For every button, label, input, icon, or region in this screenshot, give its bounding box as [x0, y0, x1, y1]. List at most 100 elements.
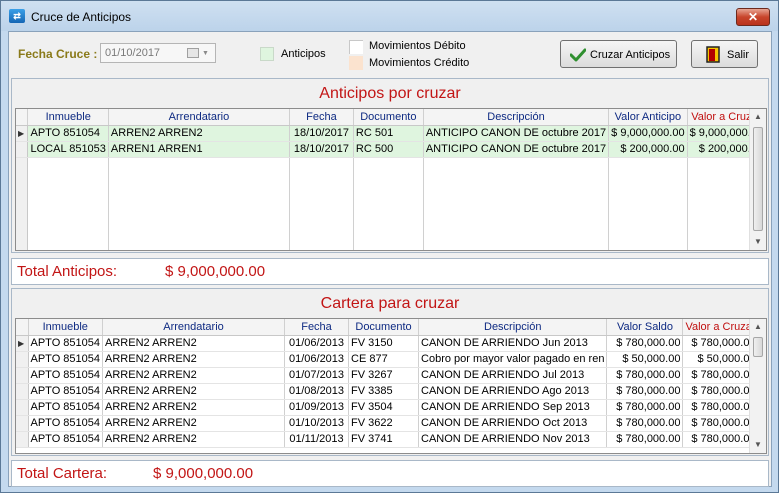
table-cell[interactable]: $ 780,000.00: [682, 399, 759, 416]
table-cell[interactable]: 01/08/2013: [284, 383, 350, 400]
column-header[interactable]: Arrendatario: [102, 319, 286, 336]
table-cell[interactable]: $ 50,000.00: [606, 351, 684, 368]
column-header[interactable]: Documento: [353, 109, 424, 126]
table-cell[interactable]: $ 780,000.00: [606, 431, 684, 448]
table-row[interactable]: APTO 851054 ARREN2 ARREN2 01/11/2013 FV 374…: [16, 431, 759, 448]
table-cell[interactable]: CANON DE ARRIENDO Ago 2013: [418, 383, 608, 400]
table-cell[interactable]: 01/06/2013: [284, 335, 350, 352]
table-row[interactable]: APTO 851054 ARREN2 ARREN2 01/10/2013 FV 362…: [16, 415, 759, 432]
row-selector[interactable]: ▶: [16, 125, 29, 142]
anticipos-grid[interactable]: Inmueble Arrendatario Fecha Documento Descri…: [15, 108, 767, 251]
table-cell[interactable]: CANON DE ARRIENDO Sep 2013: [418, 399, 608, 416]
table-cell[interactable]: $ 780,000.00: [606, 367, 684, 384]
row-selector[interactable]: [16, 399, 29, 416]
calendar-icon[interactable]: [187, 48, 199, 58]
cruzar-anticipos-button[interactable]: Cruzar Anticipos: [560, 40, 677, 68]
table-cell[interactable]: APTO 851054: [28, 335, 104, 352]
row-selector[interactable]: [16, 383, 29, 400]
cartera-grid[interactable]: Inmueble Arrendatario Fecha Documento Descri…: [15, 318, 767, 454]
table-cell[interactable]: ARREN2 ARREN2: [102, 351, 286, 368]
table-cell[interactable]: ANTICIPO CANON DE octubre 2017: [423, 125, 610, 142]
column-header[interactable]: Valor Anticipo: [608, 109, 688, 126]
column-header[interactable]: Arrendatario: [108, 109, 290, 126]
table-cell[interactable]: LOCAL 851053: [27, 141, 109, 158]
scroll-up-icon[interactable]: ▲: [750, 319, 766, 335]
table-cell[interactable]: ARREN2 ARREN2: [102, 431, 286, 448]
table-cell[interactable]: FV 3150: [348, 335, 420, 352]
table-cell[interactable]: $ 50,000.00: [682, 351, 759, 368]
table-cell[interactable]: RC 500: [353, 141, 424, 158]
table-row[interactable]: APTO 851054 ARREN2 ARREN2 01/07/2013 FV 326…: [16, 367, 759, 384]
table-cell[interactable]: $ 200,000.00: [608, 141, 688, 158]
table-cell[interactable]: FV 3504: [348, 399, 420, 416]
table-cell[interactable]: ANTICIPO CANON DE octubre 2017: [423, 141, 610, 158]
table-cell[interactable]: 01/11/2013: [284, 431, 350, 448]
row-selector[interactable]: [16, 141, 29, 158]
column-header[interactable]: Inmueble: [27, 109, 109, 126]
table-cell[interactable]: $ 780,000.00: [606, 399, 684, 416]
table-cell[interactable]: ARREN2 ARREN2: [108, 125, 290, 142]
table-row[interactable]: APTO 851054 ARREN2 ARREN2 01/08/2013 FV 338…: [16, 383, 759, 400]
row-selector[interactable]: [16, 367, 29, 384]
anticipos-scrollbar[interactable]: ▲ ▼: [749, 109, 766, 250]
table-cell[interactable]: CANON DE ARRIENDO Oct 2013: [418, 415, 608, 432]
row-selector[interactable]: [16, 415, 29, 432]
table-cell[interactable]: APTO 851054: [28, 415, 104, 432]
table-cell[interactable]: 18/10/2017: [289, 141, 354, 158]
salir-button[interactable]: Salir: [691, 40, 758, 68]
table-cell[interactable]: APTO 851054: [28, 399, 104, 416]
table-cell[interactable]: CANON DE ARRIENDO Nov 2013: [418, 431, 608, 448]
table-cell[interactable]: ARREN2 ARREN2: [102, 367, 286, 384]
table-cell[interactable]: 01/10/2013: [284, 415, 350, 432]
close-button[interactable]: ✕: [736, 8, 770, 26]
table-row[interactable]: APTO 851054 ARREN2 ARREN2 01/06/2013 CE 877…: [16, 351, 759, 368]
table-cell[interactable]: FV 3741: [348, 431, 420, 448]
table-cell[interactable]: ARREN2 ARREN2: [102, 415, 286, 432]
table-row[interactable]: ▶ APTO 851054 ARREN2 ARREN2 18/10/2017 RC 50…: [16, 125, 766, 142]
row-selector[interactable]: [16, 431, 29, 448]
table-cell[interactable]: $ 780,000.00: [682, 415, 759, 432]
column-header[interactable]: Fecha: [284, 319, 350, 336]
table-cell[interactable]: APTO 851054: [28, 431, 104, 448]
table-row[interactable]: LOCAL 851053 ARREN1 ARREN1 18/10/2017 RC 50…: [16, 141, 766, 158]
table-cell[interactable]: $ 780,000.00: [682, 367, 759, 384]
table-cell[interactable]: ARREN1 ARREN1: [108, 141, 290, 158]
column-header[interactable]: Descripción: [418, 319, 608, 336]
column-header[interactable]: Inmueble: [28, 319, 104, 336]
table-cell[interactable]: APTO 851054: [28, 383, 104, 400]
table-cell[interactable]: CANON DE ARRIENDO Jun 2013: [418, 335, 608, 352]
row-selector[interactable]: ▶: [16, 335, 29, 352]
table-cell[interactable]: 01/09/2013: [284, 399, 350, 416]
row-selector[interactable]: [16, 351, 29, 368]
table-cell[interactable]: 18/10/2017: [289, 125, 354, 142]
table-cell[interactable]: 01/07/2013: [284, 367, 350, 384]
table-cell[interactable]: APTO 851054: [28, 351, 104, 368]
table-cell[interactable]: $ 780,000.00: [606, 383, 684, 400]
table-cell[interactable]: ARREN2 ARREN2: [102, 335, 286, 352]
table-cell[interactable]: $ 9,000,000.00: [608, 125, 688, 142]
column-header[interactable]: Valor Saldo: [606, 319, 684, 336]
table-cell[interactable]: $ 780,000.00: [682, 431, 759, 448]
table-cell[interactable]: $ 780,000.00: [682, 335, 759, 352]
table-cell[interactable]: APTO 851054: [27, 125, 109, 142]
table-cell[interactable]: $ 780,000.00: [682, 383, 759, 400]
scroll-thumb[interactable]: [753, 337, 763, 357]
table-cell[interactable]: FV 3267: [348, 367, 420, 384]
table-cell[interactable]: CANON DE ARRIENDO Jul 2013: [418, 367, 608, 384]
table-cell[interactable]: $ 780,000.00: [606, 335, 684, 352]
scroll-thumb[interactable]: [753, 127, 763, 231]
title-bar[interactable]: ⇄ Cruce de Anticipos ✕: [1, 1, 778, 31]
column-header[interactable]: Fecha: [289, 109, 354, 126]
scroll-down-icon[interactable]: ▼: [750, 437, 766, 453]
column-header[interactable]: Documento: [348, 319, 420, 336]
table-cell[interactable]: ARREN2 ARREN2: [102, 383, 286, 400]
column-header[interactable]: Descripción: [423, 109, 610, 126]
scroll-up-icon[interactable]: ▲: [750, 109, 766, 125]
table-cell[interactable]: ARREN2 ARREN2: [102, 399, 286, 416]
table-cell[interactable]: RC 501: [353, 125, 424, 142]
table-cell[interactable]: 01/06/2013: [284, 351, 350, 368]
table-row[interactable]: APTO 851054 ARREN2 ARREN2 01/09/2013 FV 350…: [16, 399, 759, 416]
chevron-down-icon[interactable]: ▼: [202, 48, 209, 60]
table-cell[interactable]: $ 780,000.00: [606, 415, 684, 432]
scroll-down-icon[interactable]: ▼: [750, 234, 766, 250]
